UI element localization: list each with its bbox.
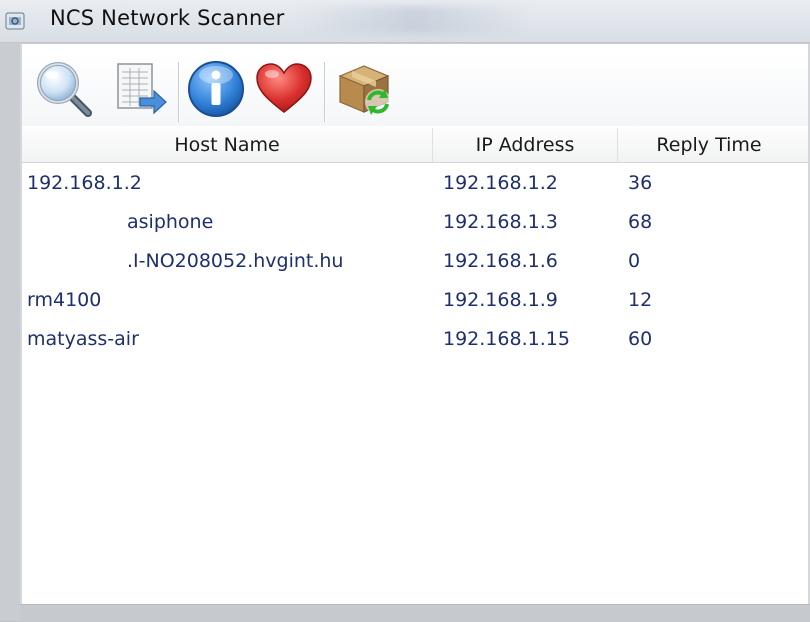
reply-time-cell: 12 bbox=[628, 289, 653, 311]
ip-address-cell: 192.168.1.3 bbox=[443, 211, 558, 233]
export-document-icon bbox=[117, 63, 167, 115]
heart-icon bbox=[256, 63, 312, 113]
toolbar bbox=[22, 52, 808, 126]
column-header-ip-address[interactable]: IP Address bbox=[433, 128, 618, 162]
reply-time-cell: 68 bbox=[628, 211, 653, 233]
ip-address-cell: 192.168.1.9 bbox=[443, 289, 558, 311]
host-name-cell: rm4100 bbox=[27, 289, 102, 311]
scan-button[interactable] bbox=[30, 56, 98, 122]
table-row[interactable]: .I-NO208052.hvgint.hu 192.168.1.6 0 bbox=[22, 242, 808, 281]
host-name-cell: 192.168.1.2 bbox=[27, 172, 142, 194]
client-area: Host Name IP Address Reply Time 192.168.… bbox=[20, 44, 810, 604]
about-button[interactable] bbox=[182, 56, 250, 122]
column-header-host-name[interactable]: Host Name bbox=[22, 128, 433, 162]
table-row[interactable]: 192.168.1.2 192.168.1.2 36 bbox=[22, 164, 808, 203]
favorite-button[interactable] bbox=[250, 56, 318, 122]
host-name-cell: matyass-air bbox=[27, 328, 139, 350]
magnifier-icon bbox=[37, 62, 92, 117]
reply-time-cell: 60 bbox=[628, 328, 653, 350]
app-window: NCS Network Scanner Host Name IP Address… bbox=[0, 0, 810, 622]
title-bar[interactable]: NCS Network Scanner bbox=[0, 0, 810, 43]
table-row[interactable]: rm4100 192.168.1.9 12 bbox=[22, 281, 808, 320]
window-title: NCS Network Scanner bbox=[50, 6, 285, 30]
column-header-reply-time[interactable]: Reply Time bbox=[618, 128, 800, 162]
toolbar-separator bbox=[178, 62, 179, 122]
info-icon bbox=[188, 61, 244, 117]
package-refresh-icon bbox=[338, 65, 391, 115]
ip-address-cell: 192.168.1.15 bbox=[443, 328, 570, 350]
table-row[interactable]: asiphone 192.168.1.3 68 bbox=[22, 203, 808, 242]
table-row[interactable]: matyass-air 192.168.1.15 60 bbox=[22, 320, 808, 359]
app-icon bbox=[5, 12, 25, 30]
toolbar-separator bbox=[324, 62, 325, 122]
export-button[interactable] bbox=[106, 56, 174, 122]
blurred-background bbox=[300, 6, 530, 34]
ip-address-cell: 192.168.1.2 bbox=[443, 172, 558, 194]
ip-address-cell: 192.168.1.6 bbox=[443, 250, 558, 272]
reply-time-cell: 36 bbox=[628, 172, 653, 194]
list-header: Host Name IP Address Reply Time bbox=[22, 128, 808, 163]
host-name-cell: asiphone bbox=[127, 211, 214, 233]
reply-time-cell: 0 bbox=[628, 250, 641, 272]
host-name-cell: .I-NO208052.hvgint.hu bbox=[127, 250, 344, 272]
host-list[interactable]: Host Name IP Address Reply Time 192.168.… bbox=[22, 128, 808, 604]
update-button[interactable] bbox=[330, 56, 398, 122]
window-bottom-border bbox=[20, 604, 810, 622]
